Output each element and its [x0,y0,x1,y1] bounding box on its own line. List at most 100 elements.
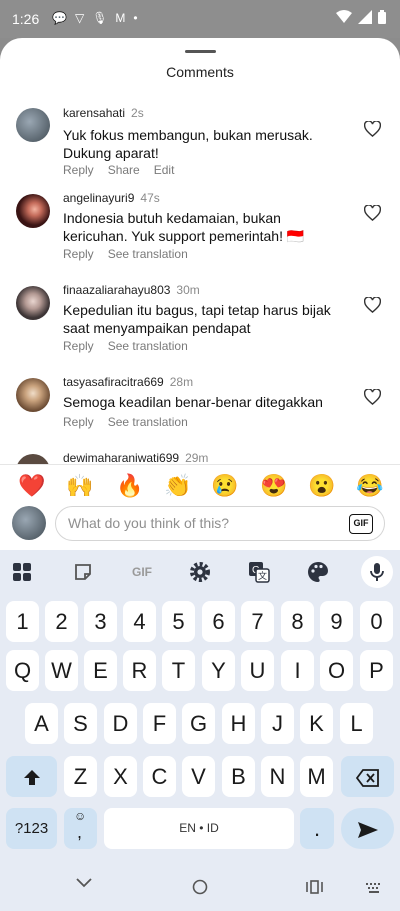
key-i[interactable]: I [281,650,314,691]
avatar[interactable] [16,454,50,464]
gif-keyboard-button[interactable]: GIF [128,560,156,584]
key-u[interactable]: U [241,650,274,691]
translate-icon[interactable]: G文 [247,560,271,584]
comments-list[interactable]: karensahati 2s Yuk fokus membangun, bukan… [0,94,400,464]
comment-username[interactable]: karensahati 2s [63,106,144,120]
comment-actions: Reply See translation [63,247,188,261]
key-3[interactable]: 3 [84,601,117,642]
key-w[interactable]: W [45,650,78,691]
key-c[interactable]: C [143,756,176,797]
key-p[interactable]: P [360,650,393,691]
chat-notification-icon: 💬 [52,11,67,25]
comment-actions: Reply Share Edit [63,163,174,177]
backspace-key[interactable] [341,756,394,797]
comment-username[interactable]: dewimaharaniwati699 29m [63,451,208,464]
key-n[interactable]: N [261,756,294,797]
see-translation-button[interactable]: See translation [108,339,188,353]
comment-username[interactable]: tasyasafiracitra669 28m [63,375,193,389]
theme-palette-icon[interactable] [306,560,330,584]
key-r[interactable]: R [123,650,156,691]
heart-icon[interactable] [364,121,381,137]
period-key[interactable]: . [300,808,334,849]
emoji-crying[interactable]: 😢 [211,473,238,499]
back-chevron-icon[interactable] [76,877,92,889]
heart-icon[interactable] [364,297,381,313]
avatar[interactable] [16,194,50,228]
reply-button[interactable]: Reply [63,247,94,261]
symbols-key[interactable]: ?123 [6,808,57,849]
emoji-heart-eyes[interactable]: 😍 [260,473,287,499]
key-9[interactable]: 9 [320,601,353,642]
key-1[interactable]: 1 [6,601,39,642]
key-0[interactable]: 0 [360,601,393,642]
key-l[interactable]: L [340,703,373,744]
key-d[interactable]: D [104,703,137,744]
settings-gear-icon[interactable] [188,560,212,584]
comment-input-box[interactable]: GIF [55,506,385,541]
system-icons [336,10,386,24]
reply-button[interactable]: Reply [63,339,94,353]
key-j[interactable]: J [261,703,294,744]
username-text: karensahati [63,106,126,120]
key-z[interactable]: Z [64,756,97,797]
edit-button[interactable]: Edit [154,163,175,177]
shift-key[interactable] [6,756,57,797]
heart-icon[interactable] [364,389,381,405]
key-v[interactable]: V [182,756,215,797]
home-circle-icon[interactable] [192,879,208,895]
gif-button[interactable]: GIF [349,514,373,534]
see-translation-button[interactable]: See translation [108,247,188,261]
sticker-icon[interactable] [71,560,95,584]
emoji-laughing[interactable]: 😂 [356,473,383,499]
emoji-fire[interactable]: 🔥 [116,473,143,499]
share-button[interactable]: Share [108,163,140,177]
key-f[interactable]: F [143,703,176,744]
key-a[interactable]: A [25,703,58,744]
avatar[interactable] [16,286,50,320]
send-key[interactable] [341,808,394,849]
key-s[interactable]: S [64,703,97,744]
comment-item: dewimaharaniwati699 29m [0,451,400,464]
emoji-raised-hands[interactable]: 🙌 [66,473,93,499]
heart-icon[interactable] [364,205,381,221]
key-e[interactable]: E [84,650,117,691]
key-4[interactable]: 4 [123,601,156,642]
space-key[interactable]: EN • ID [104,808,294,849]
key-y[interactable]: Y [202,650,235,691]
key-8[interactable]: 8 [281,601,314,642]
key-o[interactable]: O [320,650,353,691]
comment-input[interactable] [68,515,338,531]
key-q[interactable]: Q [6,650,39,691]
key-h[interactable]: H [222,703,255,744]
comment-text: Kepedulian itu bagus, tapi tetap harus b… [63,302,331,336]
comment-text: Indonesia butuh kedamaian, bukan kericuh… [63,210,305,244]
key-m[interactable]: M [300,756,333,797]
emoji-clap[interactable]: 👏 [164,473,191,499]
drag-handle[interactable] [185,50,216,53]
key-6[interactable]: 6 [202,601,235,642]
key-b[interactable]: B [222,756,255,797]
key-5[interactable]: 5 [162,601,195,642]
recents-icon[interactable] [306,880,323,894]
apps-grid-icon[interactable] [10,560,34,584]
key-k[interactable]: K [300,703,333,744]
comment-username[interactable]: angelinayuri9 47s [63,191,160,205]
key-7[interactable]: 7 [241,601,274,642]
emoji-comma-key[interactable]: ☺ , [64,808,97,849]
comment-username[interactable]: finaazaliarahayu803 30m [63,283,200,297]
reply-button[interactable]: Reply [63,415,94,429]
reply-button[interactable]: Reply [63,163,94,177]
microphone-icon[interactable] [361,556,393,588]
emoji-surprised[interactable]: 😮 [308,473,335,499]
see-translation-button[interactable]: See translation [108,415,188,429]
notification-icons: 💬 ▽ 🎙 M • [52,11,138,25]
key-t[interactable]: T [162,650,195,691]
key-x[interactable]: X [104,756,137,797]
avatar[interactable] [16,108,50,142]
key-g[interactable]: G [182,703,215,744]
keyboard-switch-icon[interactable] [366,883,382,893]
emoji-heart[interactable]: ❤️ [18,473,45,499]
comment-text: Semoga keadilan benar-benar ditegakkan [63,394,323,410]
avatar[interactable] [16,378,50,412]
key-2[interactable]: 2 [45,601,78,642]
